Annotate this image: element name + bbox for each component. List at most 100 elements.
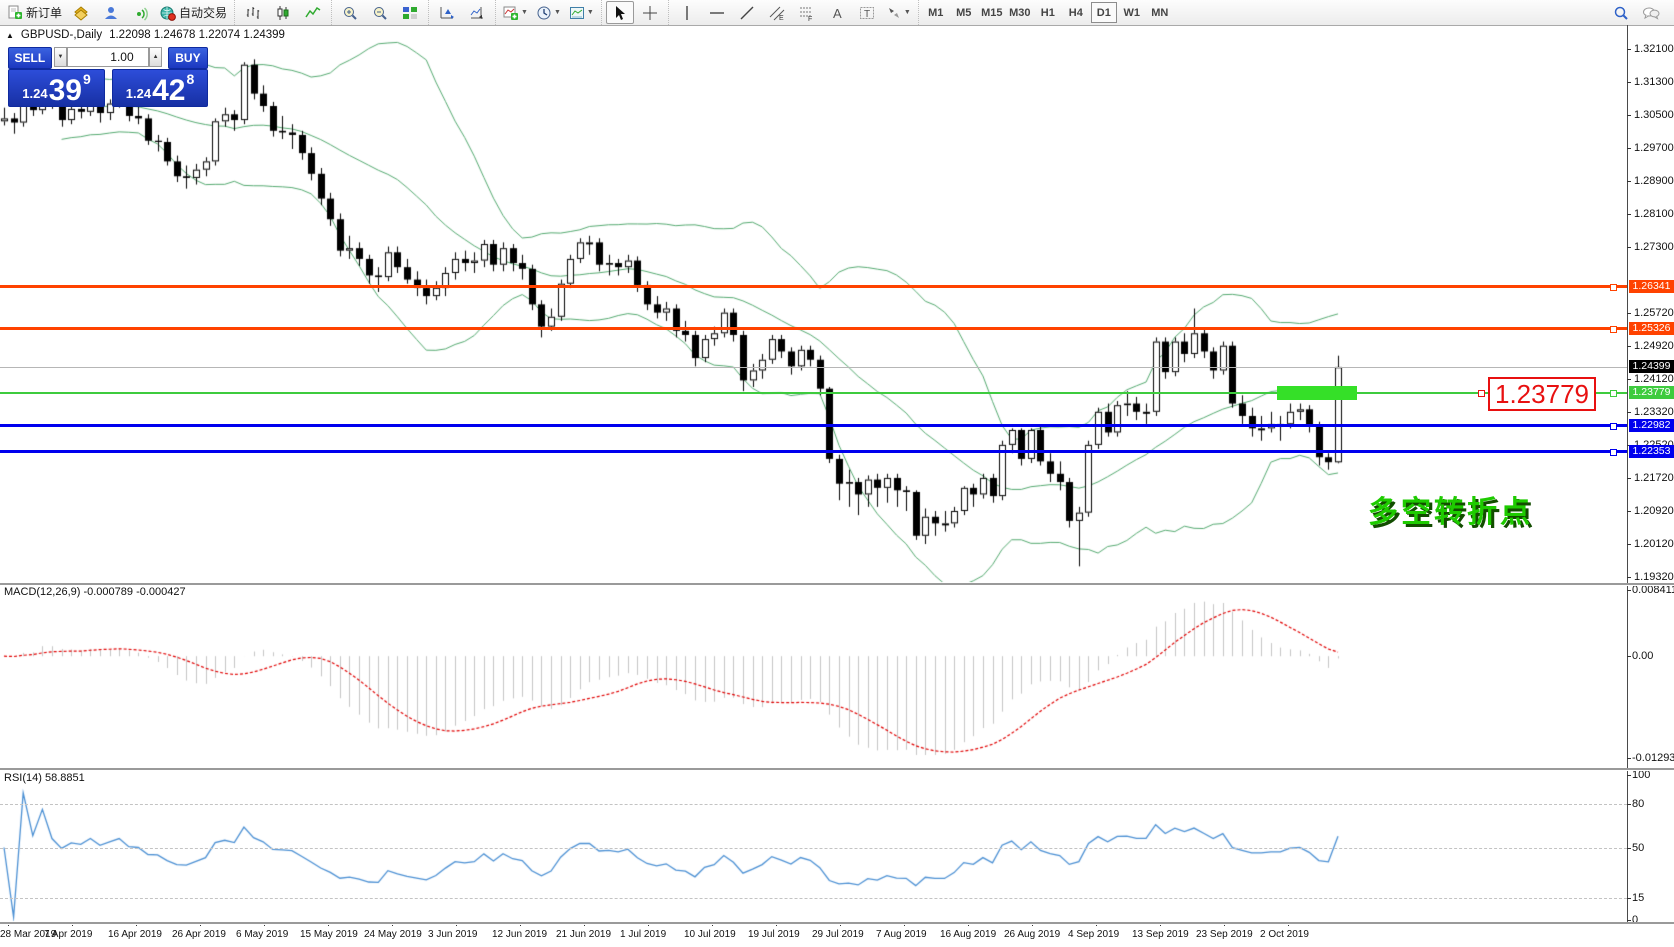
buy-price-sup: 8 — [186, 71, 194, 87]
price-axis-label: 1.27300 — [1634, 241, 1674, 253]
price-axis-tick — [1627, 346, 1631, 347]
price-axis-tick — [1627, 313, 1631, 314]
date-axis-label: 2 Oct 2019 — [1260, 929, 1309, 940]
price-axis-label: 1.19320 — [1634, 571, 1674, 583]
price-axis-tick — [1627, 49, 1631, 50]
date-axis-label: 13 Sep 2019 — [1132, 929, 1189, 940]
volume-increase-button[interactable]: ▲ — [149, 47, 163, 67]
date-axis-label: 10 Jul 2019 — [684, 929, 736, 940]
date-axis-label: 7 Aug 2019 — [876, 929, 927, 940]
price-axis-label: 1.32100 — [1634, 43, 1674, 55]
price-axis-tick — [1627, 115, 1631, 116]
price-axis-label: 1.30500 — [1634, 109, 1674, 121]
volume-decrease-button[interactable]: ▼ — [54, 47, 68, 67]
current-price-label: 1.24399 — [1629, 360, 1674, 373]
pane-separator-macd[interactable] — [0, 583, 1674, 586]
macd-label: MACD(12,26,9) -0.000789 -0.000427 — [4, 586, 186, 598]
date-axis-label: 6 May 2019 — [236, 929, 288, 940]
price-axis-tick — [1627, 82, 1631, 83]
price-axis-label: 1.20920 — [1634, 505, 1674, 517]
date-axis-label: 12 Jun 2019 — [492, 929, 547, 940]
highlight-bar-object[interactable] — [1277, 386, 1357, 400]
callout-handle[interactable] — [1478, 390, 1485, 397]
buy-button[interactable]: BUY — [168, 47, 208, 69]
one-click-trading-panel: SELL ▼ 1.00 ▲ BUY 1.24 39 9 1.24 42 8 — [8, 47, 208, 107]
date-axis-label: 24 May 2019 — [364, 929, 422, 940]
price-axis-label: 1.29700 — [1634, 142, 1674, 154]
annotation-text[interactable]: 多空转折点 — [1368, 487, 1533, 531]
date-axis-label: 23 Sep 2019 — [1196, 929, 1253, 940]
price-level-label: 1.23779 — [1629, 386, 1674, 399]
price-axis-tick — [1627, 412, 1631, 413]
price-axis-tick — [1627, 511, 1631, 512]
date-axis-label: 16 Aug 2019 — [940, 929, 996, 940]
date-axis-label: 16 Apr 2019 — [108, 929, 162, 940]
price-axis-tick — [1627, 379, 1631, 380]
rsi-label: RSI(14) 58.8851 — [4, 772, 85, 784]
rsi-axis-tick — [1627, 775, 1631, 776]
rsi-axis-tick — [1627, 898, 1631, 899]
collapse-arrow-icon[interactable]: ▲ — [6, 31, 14, 40]
macd-axis-tick — [1627, 656, 1631, 657]
price-level-label: 1.26341 — [1629, 280, 1674, 293]
sell-price-big: 39 — [49, 78, 82, 104]
chart-symbol-period: GBPUSD-,Daily — [21, 29, 102, 41]
date-axis-label: 15 May 2019 — [300, 929, 358, 940]
price-axis-tick — [1627, 577, 1631, 578]
rsi-level-line — [0, 848, 1627, 849]
line-handle[interactable] — [1610, 284, 1617, 291]
horizontal-line-object[interactable] — [0, 450, 1627, 453]
buy-price-small: 1.24 — [126, 86, 151, 101]
line-handle[interactable] — [1610, 449, 1617, 456]
rsi-level-line — [0, 804, 1627, 805]
date-axis-label: 4 Sep 2019 — [1068, 929, 1119, 940]
pane-separator-dates — [0, 922, 1674, 925]
price-axis-label: 1.20120 — [1634, 538, 1674, 550]
line-handle[interactable] — [1610, 326, 1617, 333]
date-axis-label: 26 Apr 2019 — [172, 929, 226, 940]
price-axis-tick — [1627, 181, 1631, 182]
date-axis-label: 29 Jul 2019 — [812, 929, 864, 940]
pane-separator-rsi[interactable] — [0, 768, 1674, 771]
macd-axis-tick — [1627, 758, 1631, 759]
horizontal-line-object[interactable] — [0, 392, 1627, 394]
price-axis-label: 1.25720 — [1634, 307, 1674, 319]
price-axis-label: 1.24920 — [1634, 340, 1674, 352]
price-level-label: 1.22353 — [1629, 445, 1674, 458]
current-price-line — [0, 367, 1627, 368]
date-axis-label: 21 Jun 2019 — [556, 929, 611, 940]
price-axis-label: 1.24120 — [1634, 373, 1674, 385]
date-axis-label: 3 Jun 2019 — [428, 929, 478, 940]
price-callout-box[interactable]: 1.23779 — [1488, 377, 1596, 411]
price-axis-label: 1.31300 — [1634, 76, 1674, 88]
date-axis-label: 7 Apr 2019 — [44, 929, 92, 940]
price-level-label: 1.22982 — [1629, 419, 1674, 432]
rsi-level-line — [0, 898, 1627, 899]
date-axis-label: 1 Jul 2019 — [620, 929, 666, 940]
rsi-axis-tick — [1627, 920, 1631, 921]
macd-axis-label: 0.00 — [1632, 650, 1653, 662]
buy-price-big: 42 — [152, 78, 185, 104]
price-axis-tick — [1627, 214, 1631, 215]
date-axis-label: 26 Aug 2019 — [1004, 929, 1060, 940]
horizontal-line-object[interactable] — [0, 285, 1627, 288]
sell-price-sup: 9 — [83, 71, 91, 87]
price-axis-label: 1.28900 — [1634, 175, 1674, 187]
sell-button[interactable]: SELL — [8, 47, 52, 69]
volume-input[interactable]: 1.00 — [67, 47, 148, 67]
date-axis-label: 19 Jul 2019 — [748, 929, 800, 940]
macd-axis-tick — [1627, 590, 1631, 591]
price-axis-label: 1.28100 — [1634, 208, 1674, 220]
line-handle[interactable] — [1610, 390, 1617, 397]
rsi-axis-label: 50 — [1632, 842, 1644, 854]
price-axis-tick — [1627, 544, 1631, 545]
chart-header: ▲ GBPUSD-,Daily 1.22098 1.24678 1.22074 … — [6, 29, 285, 41]
line-handle[interactable] — [1610, 423, 1617, 430]
sell-price-display[interactable]: 1.24 39 9 — [8, 69, 105, 107]
buy-price-display[interactable]: 1.24 42 8 — [112, 69, 208, 107]
price-level-label: 1.25326 — [1629, 322, 1674, 335]
horizontal-line-object[interactable] — [0, 327, 1627, 330]
horizontal-line-object[interactable] — [0, 424, 1627, 427]
price-axis-tick — [1627, 148, 1631, 149]
sell-price-small: 1.24 — [22, 86, 47, 101]
